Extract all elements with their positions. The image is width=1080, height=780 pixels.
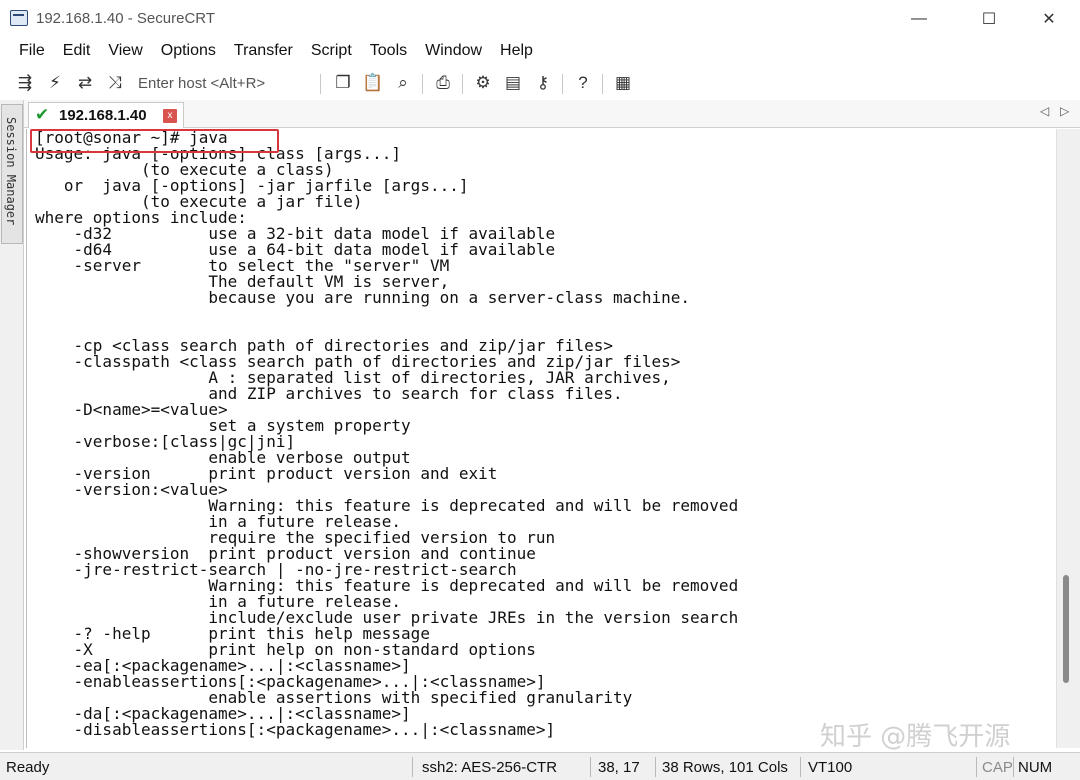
toolbar-separator <box>462 74 463 94</box>
keymap-icon[interactable]: ▤ <box>502 72 524 94</box>
close-button[interactable]: ✕ <box>1026 4 1072 34</box>
session-manager-tab[interactable]: Session Manager <box>1 104 23 244</box>
status-separator <box>800 757 801 777</box>
status-cipher: ssh2: AES-256-CTR <box>422 759 558 776</box>
disconnect-icon[interactable]: ⤨ <box>104 72 126 94</box>
quick-connect-icon[interactable]: ⚡ <box>44 72 66 94</box>
menu-view[interactable]: View <box>99 38 151 66</box>
help-icon[interactable]: ? <box>572 72 594 94</box>
securecrt-app-icon <box>10 10 28 26</box>
tab-bar: ✔ 192.168.1.40 x ◁ ▷ <box>24 100 1080 128</box>
toolbar-separator <box>602 74 603 94</box>
sftp-key-icon[interactable]: ⚷ <box>532 72 554 94</box>
menu-options[interactable]: Options <box>152 38 225 66</box>
status-separator <box>412 757 413 777</box>
paste-icon[interactable]: 📋 <box>362 72 384 94</box>
menu-bar: File Edit View Options Transfer Script T… <box>0 38 1080 66</box>
reconnect-icon[interactable]: ⇄ <box>74 72 96 94</box>
menu-tools[interactable]: Tools <box>361 38 416 66</box>
print-icon[interactable]: ⎙ <box>432 72 454 94</box>
toolbar-separator <box>320 74 321 94</box>
copy-icon[interactable]: ❐ <box>332 72 354 94</box>
status-dimensions: 38 Rows, 101 Cols <box>662 759 788 776</box>
maximize-button[interactable]: ☐ <box>966 4 1012 34</box>
menu-file[interactable]: File <box>10 38 54 66</box>
session-manager-strip: Session Manager <box>0 100 24 750</box>
status-terminal-type: VT100 <box>808 759 853 776</box>
status-num-lock: NUM <box>1018 759 1053 776</box>
tab-scroll-left-icon[interactable]: ◁ <box>1040 104 1049 118</box>
tab-label: 192.168.1.40 <box>59 107 147 124</box>
session-tab-192-168-1-40[interactable]: ✔ 192.168.1.40 x <box>28 102 184 128</box>
terminal-pane[interactable]: [root@sonar ~]# java Usage: java [-option… <box>26 129 1056 748</box>
terminal-line: -disableassertions[:<packagename>...|:<c… <box>35 720 556 739</box>
status-ready: Ready <box>6 759 50 776</box>
status-bar: Ready ssh2: AES-256-CTR 38, 17 38 Rows, … <box>0 752 1080 780</box>
status-separator <box>1013 757 1014 777</box>
toolbar-separator <box>422 74 423 94</box>
scrollbar-thumb[interactable] <box>1063 575 1069 683</box>
session-manager-label: Session Manager <box>4 117 18 226</box>
status-separator <box>976 757 977 777</box>
window-title: 192.168.1.40 - SecureCRT <box>36 10 215 27</box>
minimize-button[interactable]: — <box>896 4 942 34</box>
enter-host-input[interactable] <box>134 72 314 94</box>
tab-close-icon[interactable]: x <box>163 109 177 123</box>
status-separator <box>590 757 591 777</box>
find-icon[interactable]: ⌕ <box>392 72 414 94</box>
connected-check-icon: ✔ <box>35 105 50 124</box>
menu-edit[interactable]: Edit <box>54 38 100 66</box>
toolbar-separator <box>562 74 563 94</box>
status-separator <box>655 757 656 777</box>
map-icon[interactable]: ▦ <box>612 72 634 94</box>
watermark: 知乎 @腾飞开源 <box>820 722 1011 752</box>
connect-icon[interactable]: ⇶ <box>14 72 36 94</box>
status-cursor-position: 38, 17 <box>598 759 640 776</box>
terminal-output: [root@sonar ~]# java Usage: java [-option… <box>35 130 738 738</box>
terminal-scrollbar[interactable] <box>1056 129 1080 748</box>
title-bar: 192.168.1.40 - SecureCRT — ☐ ✕ <box>0 0 1080 38</box>
menu-script[interactable]: Script <box>302 38 361 66</box>
menu-window[interactable]: Window <box>416 38 491 66</box>
toolbar: ⇶ ⚡ ⇄ ⤨ ❐ 📋 ⌕ ⎙ ⚙ ▤ ⚷ ? ▦ <box>0 68 1080 98</box>
menu-help[interactable]: Help <box>491 38 542 66</box>
tab-scroll-right-icon[interactable]: ▷ <box>1060 104 1069 118</box>
command-highlight-box <box>30 129 279 153</box>
terminal-line: because you are running on a server-clas… <box>35 288 691 307</box>
menu-transfer[interactable]: Transfer <box>225 38 302 66</box>
status-caps-lock: CAP <box>982 759 1013 776</box>
gear-icon[interactable]: ⚙ <box>472 72 494 94</box>
